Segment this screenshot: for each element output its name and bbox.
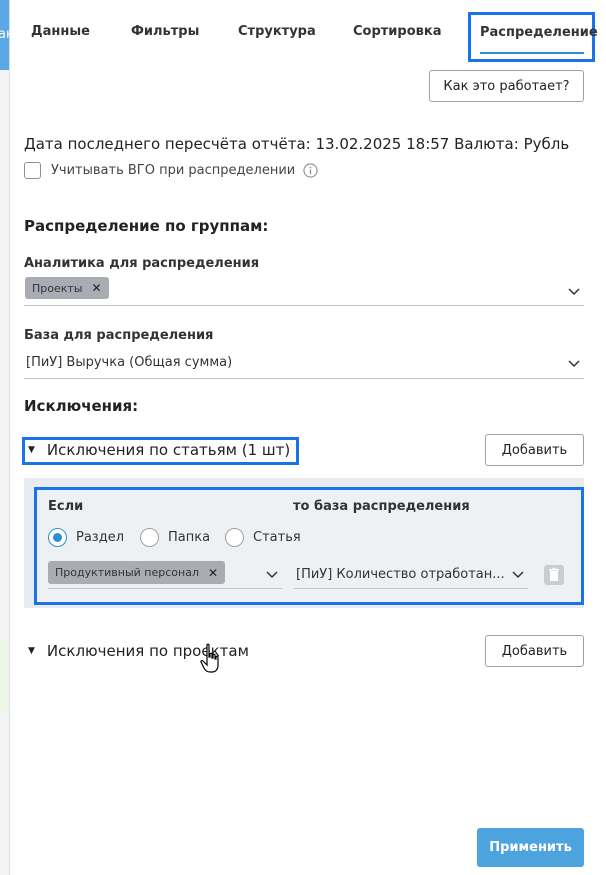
rule-chip-label: Продуктивный персонал — [55, 566, 199, 579]
remove-chip-icon[interactable]: ✕ — [92, 281, 102, 295]
vgo-checkbox-label[interactable]: Учитывать ВГО при распределении — [51, 163, 295, 178]
background-page-strip: ан — [0, 0, 14, 875]
vgo-option: Учитывать ВГО при распределении — [24, 162, 318, 179]
add-project-exclusion-button[interactable]: Добавить — [485, 635, 584, 667]
info-icon[interactable] — [303, 163, 318, 178]
tab-structure[interactable]: Структура — [238, 24, 316, 39]
radio-article[interactable] — [225, 528, 244, 547]
active-tab-indicator — [480, 52, 584, 54]
hand-cursor-icon — [200, 643, 219, 673]
vgo-checkbox[interactable] — [24, 162, 41, 179]
tab-filters[interactable]: Фильтры — [131, 24, 199, 39]
analytics-label: Аналитика для распределения — [24, 256, 260, 271]
tab-data[interactable]: Данные — [31, 24, 90, 39]
rule-item-select[interactable] — [48, 588, 282, 589]
recalc-info: Дата последнего пересчёта отчёта: 13.02.… — [24, 135, 570, 153]
background-row-highlight — [0, 640, 9, 712]
radio-section[interactable] — [48, 528, 67, 547]
analytics-chip-label: Проекты — [32, 281, 83, 295]
analytics-select[interactable] — [24, 305, 584, 306]
rule-then-label: то база распределения — [293, 499, 470, 514]
exclusions-articles-toggle[interactable]: ▼ Исключения по статьям (1 шт) — [28, 441, 290, 459]
radio-folder-label[interactable]: Папка — [168, 530, 210, 545]
base-select-value[interactable]: [ПиУ] Выручка (Общая сумма) — [26, 355, 232, 370]
exclusions-title: Исключения: — [24, 397, 139, 415]
chevron-down-icon: ▼ — [28, 646, 35, 656]
tab-distribution-label: Распределение — [480, 25, 598, 40]
rule-if-label: Если — [48, 499, 84, 514]
chevron-down-icon: ▼ — [28, 445, 35, 455]
base-label: База для распределения — [24, 328, 214, 343]
rule-base-value[interactable]: [ПиУ] Количество отработан... — [296, 567, 505, 582]
rule-chip: Продуктивный персонал ✕ — [48, 561, 226, 584]
base-dropdown-chevron-icon[interactable] — [568, 360, 580, 368]
add-article-exclusion-button[interactable]: Добавить — [485, 434, 584, 466]
analytics-chip: Проекты ✕ — [25, 277, 109, 299]
exclusions-articles-title: Исключения по статьям (1 шт) — [46, 441, 291, 459]
base-select[interactable] — [24, 378, 584, 379]
rule-base-chevron-icon[interactable] — [512, 571, 524, 579]
tab-bar: Данные Фильтры Структура Сортировка Расп… — [9, 0, 606, 66]
tab-sorting[interactable]: Сортировка — [353, 24, 441, 39]
how-it-works-button[interactable]: Как это работает? — [429, 70, 584, 102]
rule-item-chevron-icon[interactable] — [266, 571, 278, 579]
analytics-dropdown-chevron-icon[interactable] — [568, 288, 580, 296]
radio-folder[interactable] — [140, 528, 159, 547]
apply-button[interactable]: Применить — [477, 828, 584, 867]
trash-icon[interactable] — [544, 565, 564, 585]
tab-distribution[interactable]: Распределение — [468, 12, 598, 62]
radio-article-label[interactable]: Статья — [253, 530, 301, 545]
rule-base-select[interactable] — [294, 588, 528, 589]
distribution-groups-title: Распределение по группам: — [24, 217, 269, 235]
radio-section-label[interactable]: Раздел — [76, 530, 124, 545]
remove-chip-icon[interactable]: ✕ — [208, 566, 218, 580]
